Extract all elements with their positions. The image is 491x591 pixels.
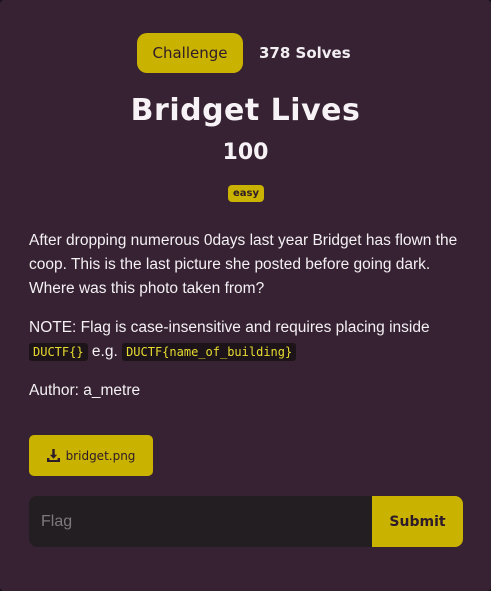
author-line: Author: a_metre — [29, 382, 141, 399]
challenge-description: After dropping numerous 0days last year … — [29, 229, 469, 418]
flag-input[interactable] — [29, 496, 372, 547]
challenge-modal: Challenge 378 Solves Bridget Lives 100 e… — [0, 0, 491, 591]
description-text: After dropping numerous 0days last year … — [29, 232, 458, 297]
tab-solves[interactable]: 378 Solves — [259, 44, 351, 62]
flag-format-code: DUCTF{} — [29, 343, 88, 361]
file-name: bridget.png — [65, 448, 136, 463]
flag-format-note: NOTE: Flag is case-insensitive and requi… — [29, 316, 469, 364]
note-prefix: NOTE: Flag is case-insensitive and requi… — [29, 319, 430, 336]
file-download-button[interactable]: bridget.png — [29, 435, 153, 476]
difficulty-badge: easy — [228, 185, 265, 202]
flag-form: Submit — [29, 496, 463, 547]
flag-example-code: DUCTF{name_of_building} — [122, 343, 297, 361]
challenge-points: 100 — [222, 140, 269, 165]
submit-button[interactable]: Submit — [372, 496, 463, 547]
note-mid: e.g. — [91, 343, 118, 360]
challenge-title: Bridget Lives — [130, 93, 361, 128]
tab-challenge[interactable]: Challenge — [137, 33, 243, 73]
challenge-tabs: Challenge 378 Solves — [137, 33, 351, 73]
download-icon — [46, 449, 60, 462]
